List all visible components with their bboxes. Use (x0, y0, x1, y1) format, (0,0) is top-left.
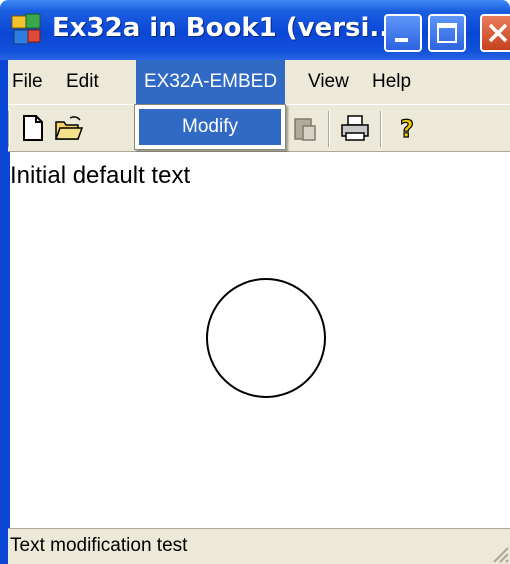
app-window: Ex32a in Book1 (versi... File Edit EX32A… (0, 0, 510, 564)
help-icon[interactable]: ? (392, 113, 422, 143)
toolbar-separator (380, 111, 382, 147)
minimize-icon (395, 38, 408, 42)
document-text: Initial default text (10, 162, 191, 189)
print-icon[interactable] (340, 113, 370, 143)
menu-help[interactable]: Help (364, 60, 419, 104)
window-title: Ex32a in Book1 (versi... (52, 13, 400, 43)
menu-item-modify[interactable]: Modify (139, 109, 281, 145)
maximize-button[interactable] (428, 14, 466, 52)
title-bar[interactable]: Ex32a in Book1 (versi... (0, 0, 510, 60)
dropdown-menu: Modify (134, 104, 286, 150)
new-document-icon[interactable] (18, 113, 48, 143)
menu-bar: File Edit EX32A-EMBED View Help (0, 60, 510, 104)
open-folder-icon[interactable] (54, 113, 84, 143)
close-icon (488, 23, 508, 43)
close-button[interactable] (480, 14, 510, 52)
status-text: Text modification test (10, 535, 188, 556)
app-icon (11, 13, 41, 45)
menu-edit[interactable]: Edit (58, 60, 107, 104)
menu-ex32a-embed[interactable]: EX32A-EMBED (136, 60, 286, 104)
resize-grip-icon[interactable] (486, 540, 510, 564)
window-frame-left (0, 60, 8, 564)
status-bar: Text modification test (8, 528, 510, 564)
toolbar-grip (8, 111, 10, 147)
circle-shape[interactable] (206, 278, 326, 398)
toolbar-separator (328, 111, 330, 147)
menu-view[interactable]: View (300, 60, 357, 104)
menu-file[interactable]: File (4, 60, 51, 104)
minimize-button[interactable] (384, 14, 422, 52)
svg-text:?: ? (400, 115, 414, 143)
maximize-icon (437, 23, 457, 43)
paste-icon[interactable] (290, 113, 320, 143)
